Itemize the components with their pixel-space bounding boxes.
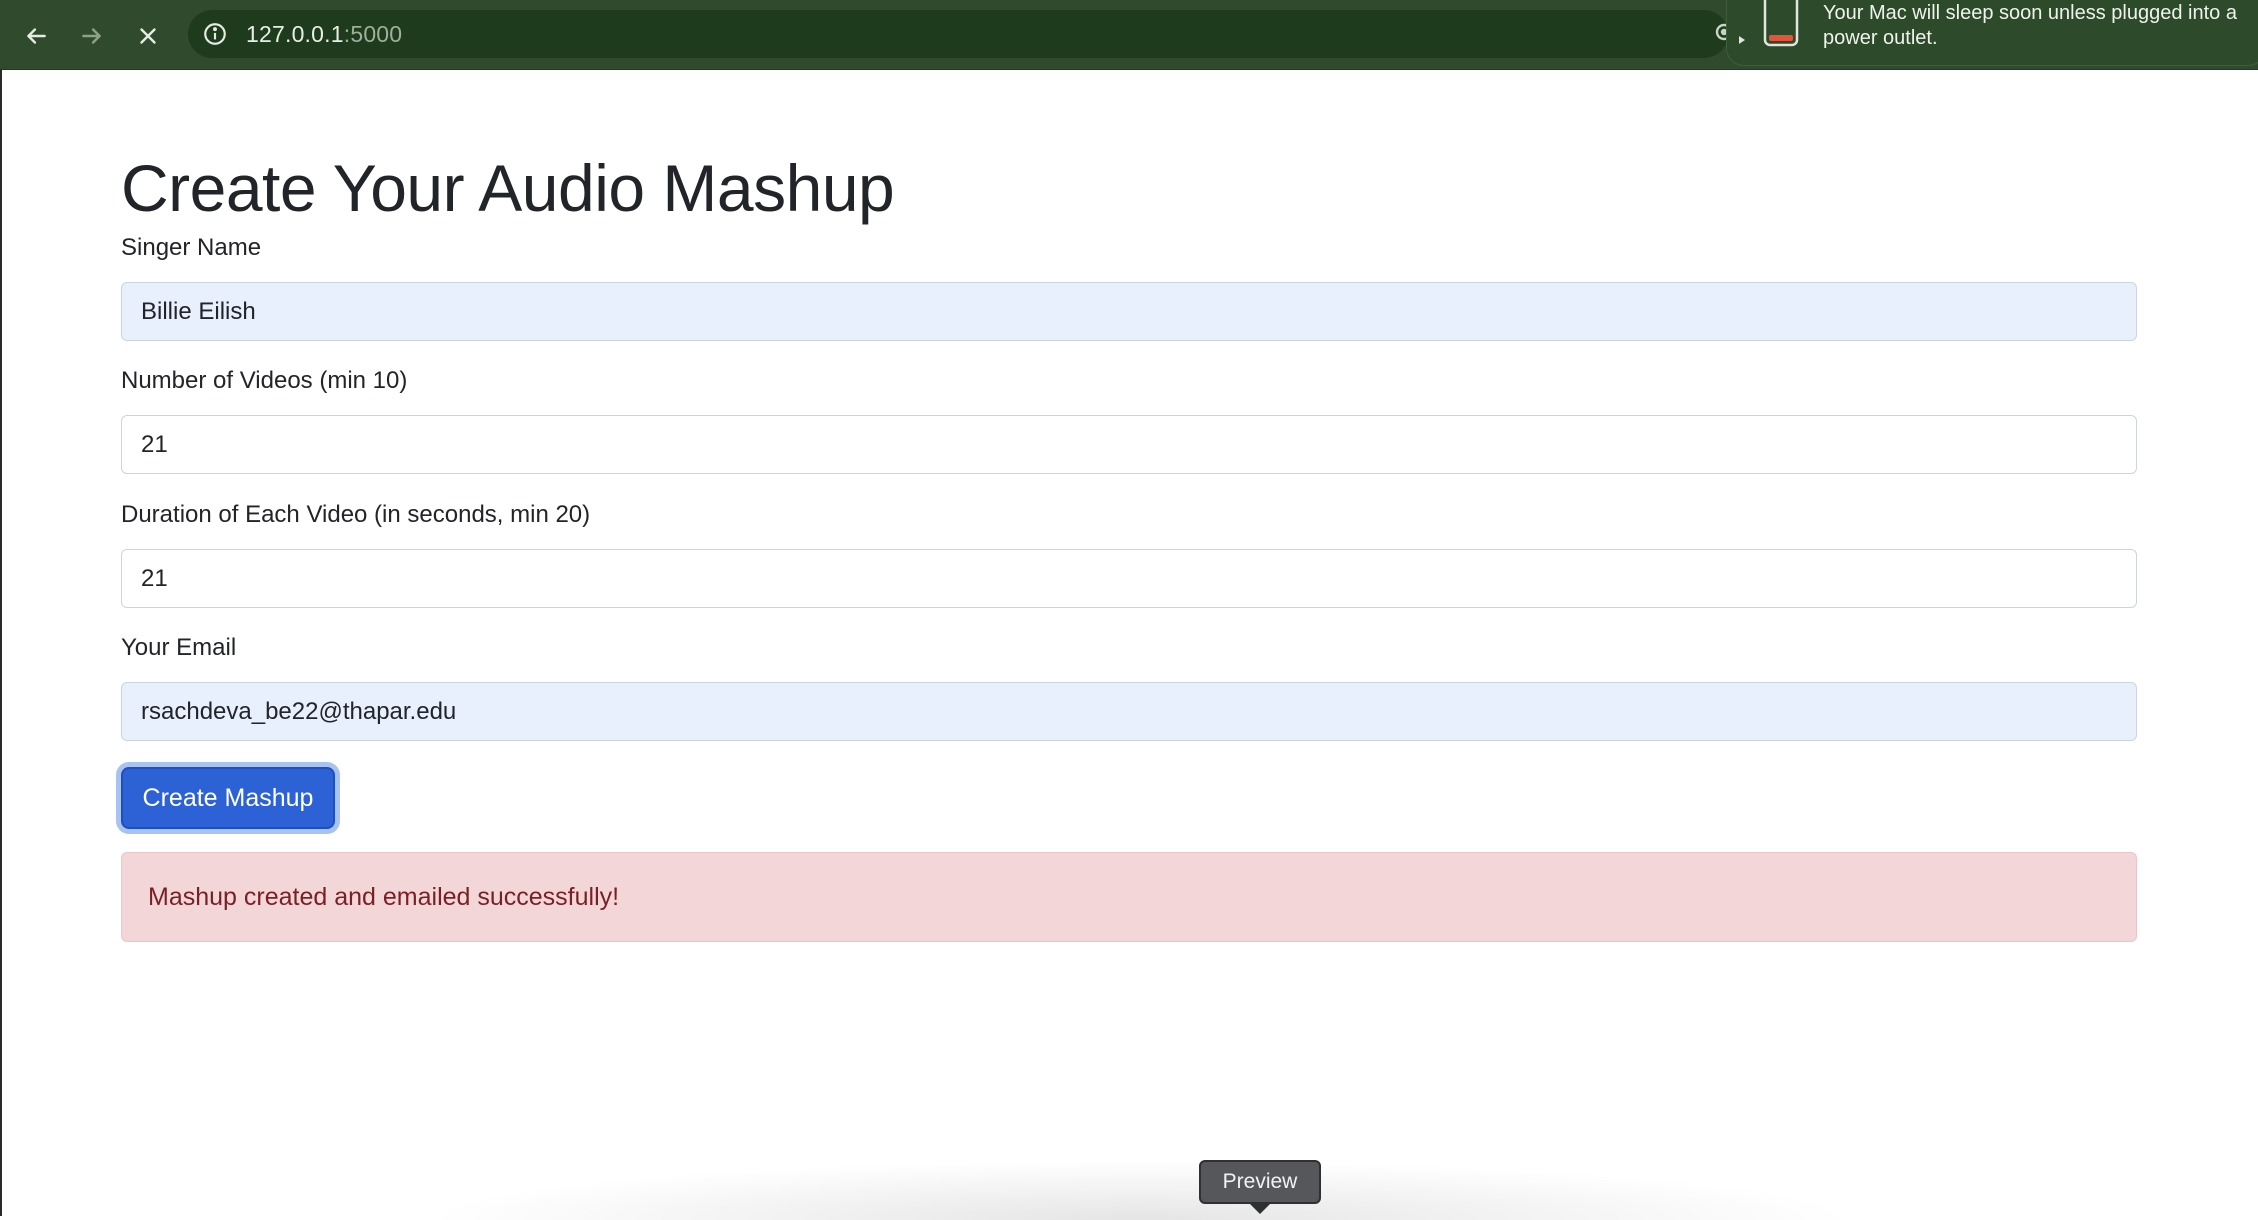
email-input[interactable] (121, 682, 2137, 741)
arrow-left-icon (27, 28, 46, 44)
singer-name-label: Singer Name (121, 234, 262, 261)
notification-text: Your Mac will sleep soon unless plugged … (1823, 2, 2237, 49)
status-alert: Mashup created and emailed successfully! (121, 852, 2137, 942)
videos-count-input[interactable] (121, 415, 2137, 474)
system-notification[interactable]: Your Mac will sleep soon unless plugged … (1726, 0, 2258, 66)
create-mashup-button[interactable]: Create Mashup (121, 767, 335, 829)
url-port: :5000 (343, 21, 403, 47)
email-label: Your Email (121, 634, 237, 661)
singer-name-input[interactable] (121, 282, 2137, 341)
preview-tooltip[interactable]: Preview (1199, 1160, 1321, 1204)
preview-shadow (420, 1160, 1860, 1220)
page-title: Create Your Audio Mashup (121, 151, 895, 225)
forward-button[interactable] (70, 14, 114, 58)
window-edge (0, 70, 2, 1216)
close-icon (140, 28, 156, 44)
caret-right-icon (1739, 36, 1745, 44)
url-text: 127.0.0.1:5000 (246, 21, 402, 48)
duration-input[interactable] (121, 549, 2137, 608)
address-bar[interactable]: 127.0.0.1:5000 (188, 10, 1728, 58)
arrow-right-icon (82, 28, 101, 44)
battery-low-icon (1763, 0, 1799, 47)
url-host: 127.0.0.1 (246, 21, 344, 47)
tooltip-arrow (1248, 1202, 1272, 1214)
back-button[interactable] (14, 14, 58, 58)
site-info-icon[interactable] (202, 21, 228, 47)
videos-count-label: Number of Videos (min 10) (121, 367, 408, 394)
stop-loading-button[interactable] (126, 14, 170, 58)
alert-message: Mashup created and emailed successfully! (148, 882, 620, 911)
duration-label: Duration of Each Video (in seconds, min … (121, 501, 591, 528)
